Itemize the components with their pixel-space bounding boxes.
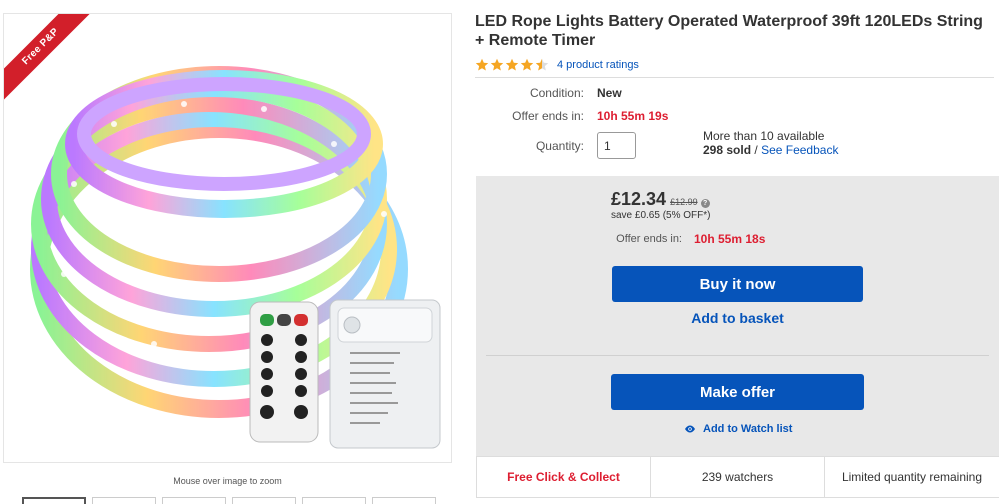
condition-label: Condition: (529, 86, 584, 100)
thumbnail[interactable] (232, 497, 296, 504)
make-offer-button[interactable]: Make offer (611, 374, 864, 410)
offer-ends-label: Offer ends in: (512, 109, 584, 123)
offer-countdown: 10h 55m 19s (597, 109, 669, 123)
eye-icon (685, 425, 695, 433)
star-icon (490, 58, 504, 71)
savings-text: save £0.65 (5% OFF*) (611, 210, 711, 221)
info-icon[interactable]: ? (700, 199, 710, 208)
sold-count: 298 sold (703, 143, 752, 157)
click-collect-badge: Free Click & Collect (476, 457, 651, 498)
thumbnail[interactable] (22, 497, 86, 504)
thumbnail-strip (22, 497, 442, 504)
star-icon (520, 58, 534, 71)
quantity-input[interactable] (597, 132, 636, 159)
watch-list-label: Add to Watch list (703, 423, 793, 435)
availability-text: More than 10 available (703, 129, 825, 143)
star-icon (475, 58, 489, 71)
remote-control (249, 301, 319, 443)
add-to-watch-list-link[interactable]: Add to Watch list (684, 423, 792, 435)
add-to-basket-link[interactable]: Add to basket (612, 310, 863, 326)
thumbnail[interactable] (92, 497, 156, 504)
offer-ends-label-2: Offer ends in: (616, 233, 682, 245)
battery-box (329, 299, 441, 449)
limited-quantity-note: Limited quantity remaining (825, 457, 999, 498)
product-image-panel[interactable]: Free P&P (3, 13, 452, 463)
buybox-divider (486, 355, 989, 356)
thumbnail[interactable] (302, 497, 366, 504)
quantity-label: Quantity: (535, 139, 584, 153)
current-price: £12.34 (611, 189, 667, 209)
product-title: LED Rope Lights Battery Operated Waterpr… (475, 13, 983, 49)
condition-value: New (597, 86, 622, 100)
price-block: £12.34 £12.99 ? (611, 189, 710, 210)
buy-it-now-button[interactable]: Buy it now (612, 266, 863, 302)
thumbnail[interactable] (372, 497, 436, 504)
product-photo (30, 66, 441, 449)
was-price: £12.99 (670, 197, 698, 207)
info-strip: Free Click & Collect 239 watchers Limite… (476, 456, 999, 504)
sold-info: 298 sold / See Feedback (703, 143, 838, 157)
star-half-icon (535, 58, 549, 71)
thumbnail[interactable] (162, 497, 226, 504)
sold-separator: / (754, 143, 758, 157)
zoom-hint: Mouse over image to zoom (173, 476, 282, 486)
title-divider (475, 77, 994, 78)
see-feedback-link[interactable]: See Feedback (761, 143, 838, 157)
offer-countdown-2: 10h 55m 18s (694, 232, 766, 246)
product-rating[interactable]: 4 product ratings (475, 57, 639, 73)
watchers-count: 239 watchers (651, 457, 825, 498)
star-icon (505, 58, 519, 71)
ratings-link[interactable]: 4 product ratings (557, 59, 639, 71)
star-rating (475, 58, 549, 72)
